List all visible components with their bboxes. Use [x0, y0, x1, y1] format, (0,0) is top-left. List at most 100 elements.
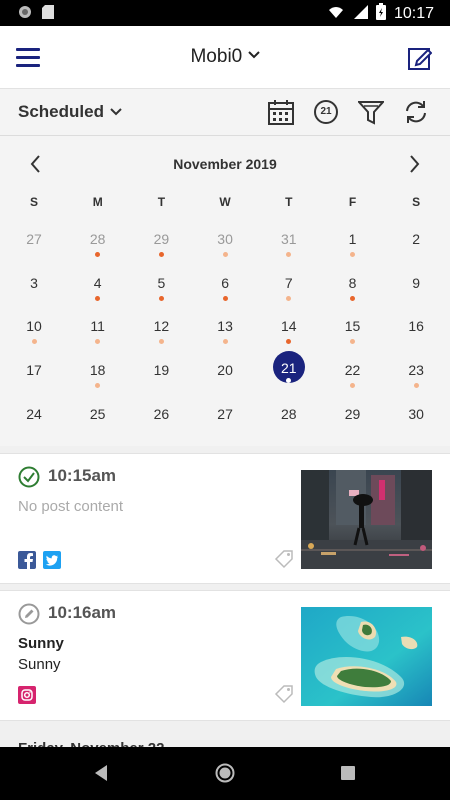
account-name: Mobi0 [190, 46, 243, 67]
calendar-view-icon[interactable] [268, 99, 294, 130]
day-number: 1 [348, 231, 357, 247]
filter-funnel-icon[interactable] [356, 99, 386, 130]
calendar-day[interactable]: 24 [14, 403, 54, 443]
post-card[interactable]: 10:15am No post content [0, 453, 450, 584]
tag-icon[interactable] [274, 549, 294, 574]
calendar-day[interactable]: 12 [141, 315, 181, 355]
home-circle-icon[interactable] [215, 763, 235, 788]
calendar-day[interactable]: 15 [333, 315, 373, 355]
calendar-day[interactable]: 13 [205, 315, 245, 355]
recents-square-icon[interactable] [341, 766, 355, 785]
calendar-day[interactable]: 27 [205, 403, 245, 443]
scheduled-post-dot [222, 252, 228, 257]
instagram-icon [18, 686, 36, 704]
day-number: 7 [284, 274, 293, 291]
back-triangle-icon[interactable] [93, 764, 109, 787]
day-number: 19 [153, 362, 170, 379]
today-button[interactable]: 21 [313, 99, 339, 130]
calendar-day[interactable]: 4 [78, 272, 118, 312]
calendar-day[interactable]: 30 [205, 228, 245, 268]
battery-icon [375, 3, 386, 25]
day-number: 31 [281, 231, 297, 247]
compose-icon[interactable] [408, 46, 433, 75]
calendar-day[interactable]: 7 [269, 272, 309, 312]
calendar-day[interactable]: 3 [14, 272, 54, 312]
calendar-day[interactable]: 29 [141, 228, 181, 268]
scheduled-post-dot [158, 252, 164, 257]
calendar-day[interactable]: 8 [333, 272, 373, 312]
calendar-day[interactable]: 26 [141, 403, 181, 443]
day-number: 11 [90, 318, 105, 335]
scheduled-post-dot [95, 383, 101, 389]
calendar-day[interactable]: 14 [269, 315, 309, 355]
calendar-day[interactable]: 20 [205, 359, 245, 399]
scheduled-post-dot [95, 252, 101, 257]
weekday-label: T [285, 195, 293, 209]
tag-icon[interactable] [274, 684, 294, 709]
chevron-down-icon [247, 46, 260, 67]
calendar-day[interactable]: 9 [396, 272, 436, 312]
filter-bar: Scheduled 21 [0, 89, 450, 136]
scheduled-post-dot [286, 252, 292, 257]
calendar-day[interactable]: 16 [396, 315, 436, 355]
calendar-day[interactable]: 27 [14, 228, 54, 268]
calendar-day[interactable]: 18 [78, 359, 118, 399]
calendar-day[interactable]: 6 [205, 272, 245, 312]
day-number: 16 [408, 318, 424, 335]
clock: 10:17 [393, 5, 434, 22]
facebook-icon [18, 551, 36, 569]
calendar-day[interactable]: 23 [396, 359, 436, 399]
today-badge: 21 [320, 106, 332, 117]
month-label: November 2019 [173, 156, 277, 172]
wifi-icon [352, 4, 368, 25]
day-number: 27 [26, 231, 42, 247]
calendar-day[interactable]: 2 [396, 228, 436, 268]
day-number: 22 [344, 362, 361, 379]
calendar-day[interactable]: 25 [78, 403, 118, 443]
calendar-day[interactable]: 10 [14, 315, 54, 355]
calendar-day[interactable]: 17 [14, 359, 54, 399]
scheduled-post-dot [222, 295, 228, 301]
calendar-day[interactable]: 5 [141, 272, 181, 312]
calendar-day[interactable]: 31 [269, 228, 309, 268]
next-month-chevron-right-icon[interactable] [402, 152, 426, 176]
weekday-label: S [29, 195, 38, 209]
post-image-tropical-island[interactable] [301, 607, 432, 706]
day-number: 27 [217, 405, 233, 422]
calendar-day-selected[interactable]: 21 [269, 351, 309, 399]
day-number: 14 [281, 318, 297, 335]
day-number: 4 [93, 274, 102, 291]
post-content: No post content [18, 498, 124, 515]
calendar-day[interactable]: 28 [269, 403, 309, 443]
day-number: 28 [281, 405, 297, 422]
scheduled-post-dot [158, 339, 164, 345]
day-number: 8 [348, 274, 357, 291]
calendar-day[interactable]: 22 [333, 359, 373, 399]
post-card[interactable]: 10:16am Sunny Sunny [0, 590, 450, 721]
day-number: 25 [89, 405, 106, 422]
status-bar: 10:17 [0, 0, 450, 26]
calendar-day[interactable]: 30 [396, 403, 436, 443]
day-number: 21 [281, 360, 297, 377]
calendar-day[interactable]: 29 [333, 403, 373, 443]
account-switcher[interactable]: Mobi0 [0, 46, 450, 68]
calendar-day[interactable]: 28 [78, 228, 118, 268]
scheduled-post-dot [158, 295, 164, 301]
app-bar: Mobi0 [0, 26, 450, 89]
calendar-day[interactable]: 19 [141, 359, 181, 399]
day-number: 15 [344, 318, 361, 335]
scheduled-post-dot [222, 339, 228, 345]
day-number: 29 [344, 405, 361, 422]
day-number: 30 [408, 405, 424, 422]
calendar-day[interactable]: 1 [333, 228, 373, 268]
day-number: 10 [26, 318, 42, 335]
calendar-day[interactable]: 11 [78, 315, 118, 355]
post-image-city-street[interactable] [301, 470, 432, 569]
schedule-filter-dropdown[interactable]: Scheduled [18, 102, 122, 122]
refresh-icon[interactable] [403, 99, 429, 130]
post-body: Sunny [18, 656, 61, 673]
scheduled-post-dot [350, 339, 355, 345]
scheduled-post-dot [350, 295, 355, 301]
signal-plus-icon [328, 4, 344, 25]
chevron-down-icon [110, 102, 122, 122]
